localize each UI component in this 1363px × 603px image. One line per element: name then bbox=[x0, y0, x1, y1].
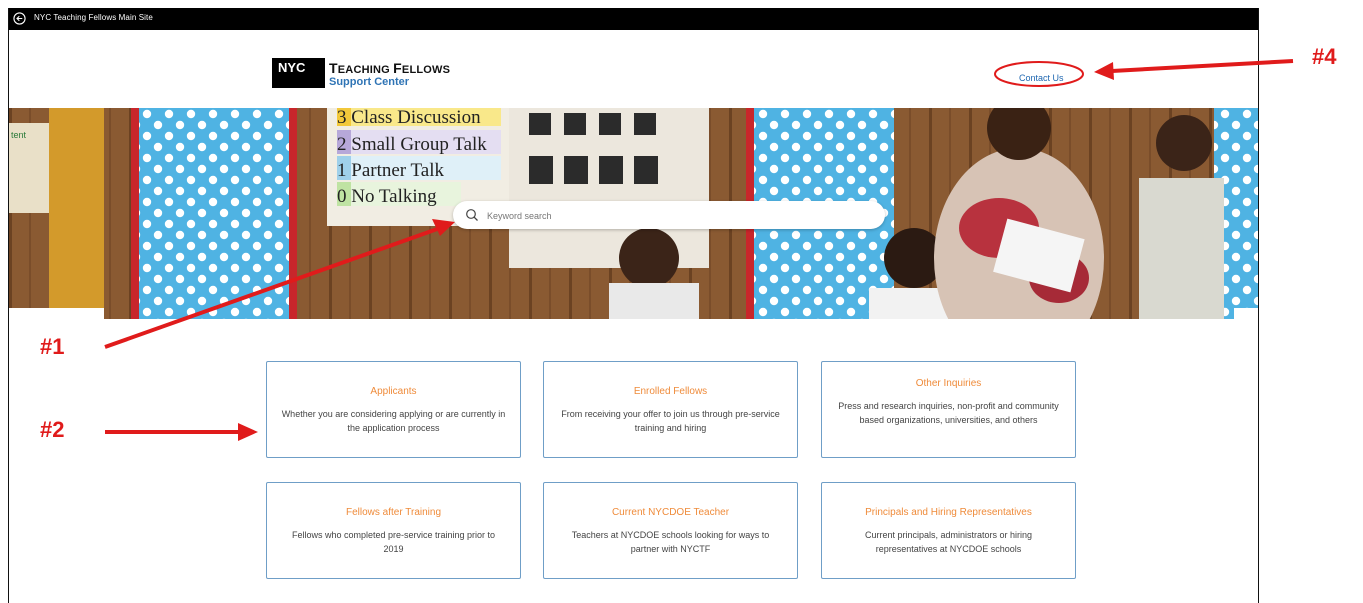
annotation-1: #1 bbox=[40, 334, 65, 359]
annotation-arrows bbox=[104, 59, 1294, 441]
annotation-2: #2 bbox=[40, 417, 65, 442]
annotation-4: #4 bbox=[1312, 44, 1337, 69]
